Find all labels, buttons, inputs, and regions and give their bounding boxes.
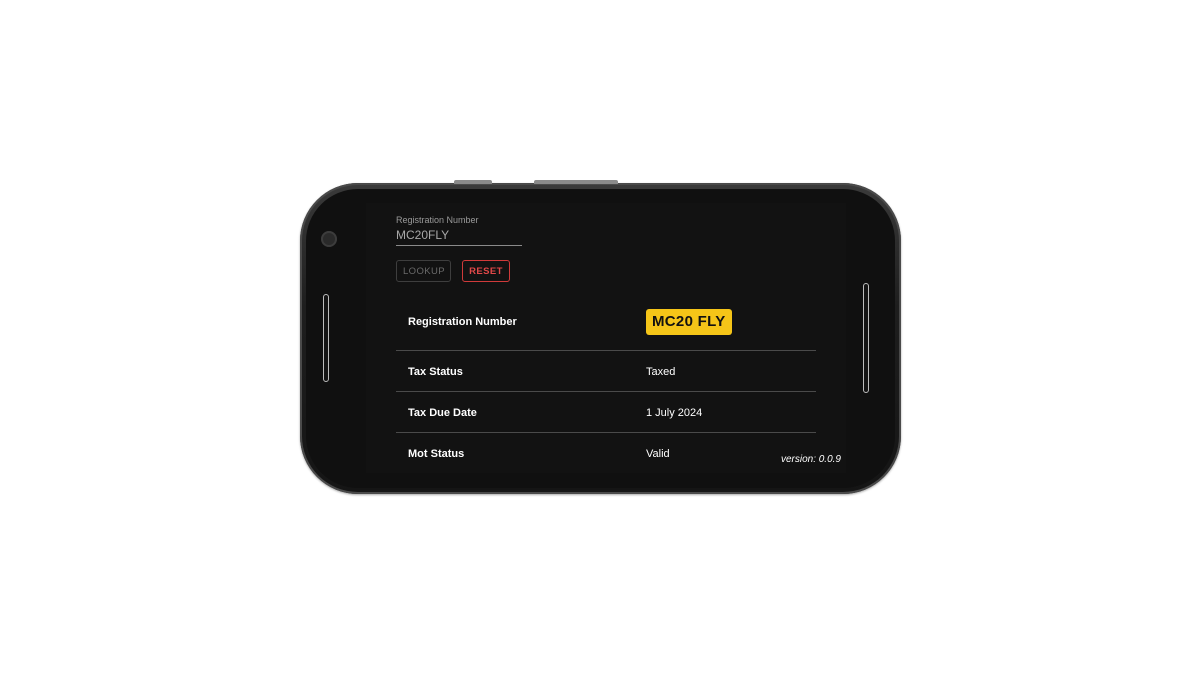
power-button (454, 180, 492, 184)
reset-button[interactable]: RESET (462, 260, 510, 282)
row-label: Tax Status (408, 366, 463, 378)
app-screen: Registration Number LOOKUP RESET Registr… (366, 203, 846, 473)
volume-button (534, 180, 618, 184)
vehicle-details-table: Registration Number MC20 FLY Tax Status … (396, 295, 816, 473)
camera-icon (321, 231, 337, 247)
table-row: Tax Status Taxed (396, 351, 816, 392)
registration-input[interactable] (396, 228, 522, 246)
row-label: Registration Number (408, 316, 517, 328)
row-label: Mot Status (408, 448, 465, 460)
table-row: Mot Status Valid (396, 433, 816, 473)
phone-frame: Registration Number LOOKUP RESET Registr… (300, 180, 901, 494)
table-row: Tax Due Date 1 July 2024 (396, 392, 816, 433)
row-label: Tax Due Date (408, 407, 477, 419)
row-value: Taxed (646, 366, 676, 378)
number-plate-badge: MC20 FLY (646, 309, 732, 335)
row-value: Valid (646, 448, 670, 460)
row-value: 1 July 2024 (646, 407, 703, 419)
registration-field-label: Registration Number (396, 215, 479, 225)
lookup-button[interactable]: LOOKUP (396, 260, 451, 282)
speaker-grille-left (323, 294, 329, 382)
version-label: version: 0.0.9 (780, 454, 841, 465)
registration-field: Registration Number (396, 214, 522, 246)
speaker-grille-right (863, 283, 869, 393)
table-row: Registration Number MC20 FLY (396, 295, 816, 351)
